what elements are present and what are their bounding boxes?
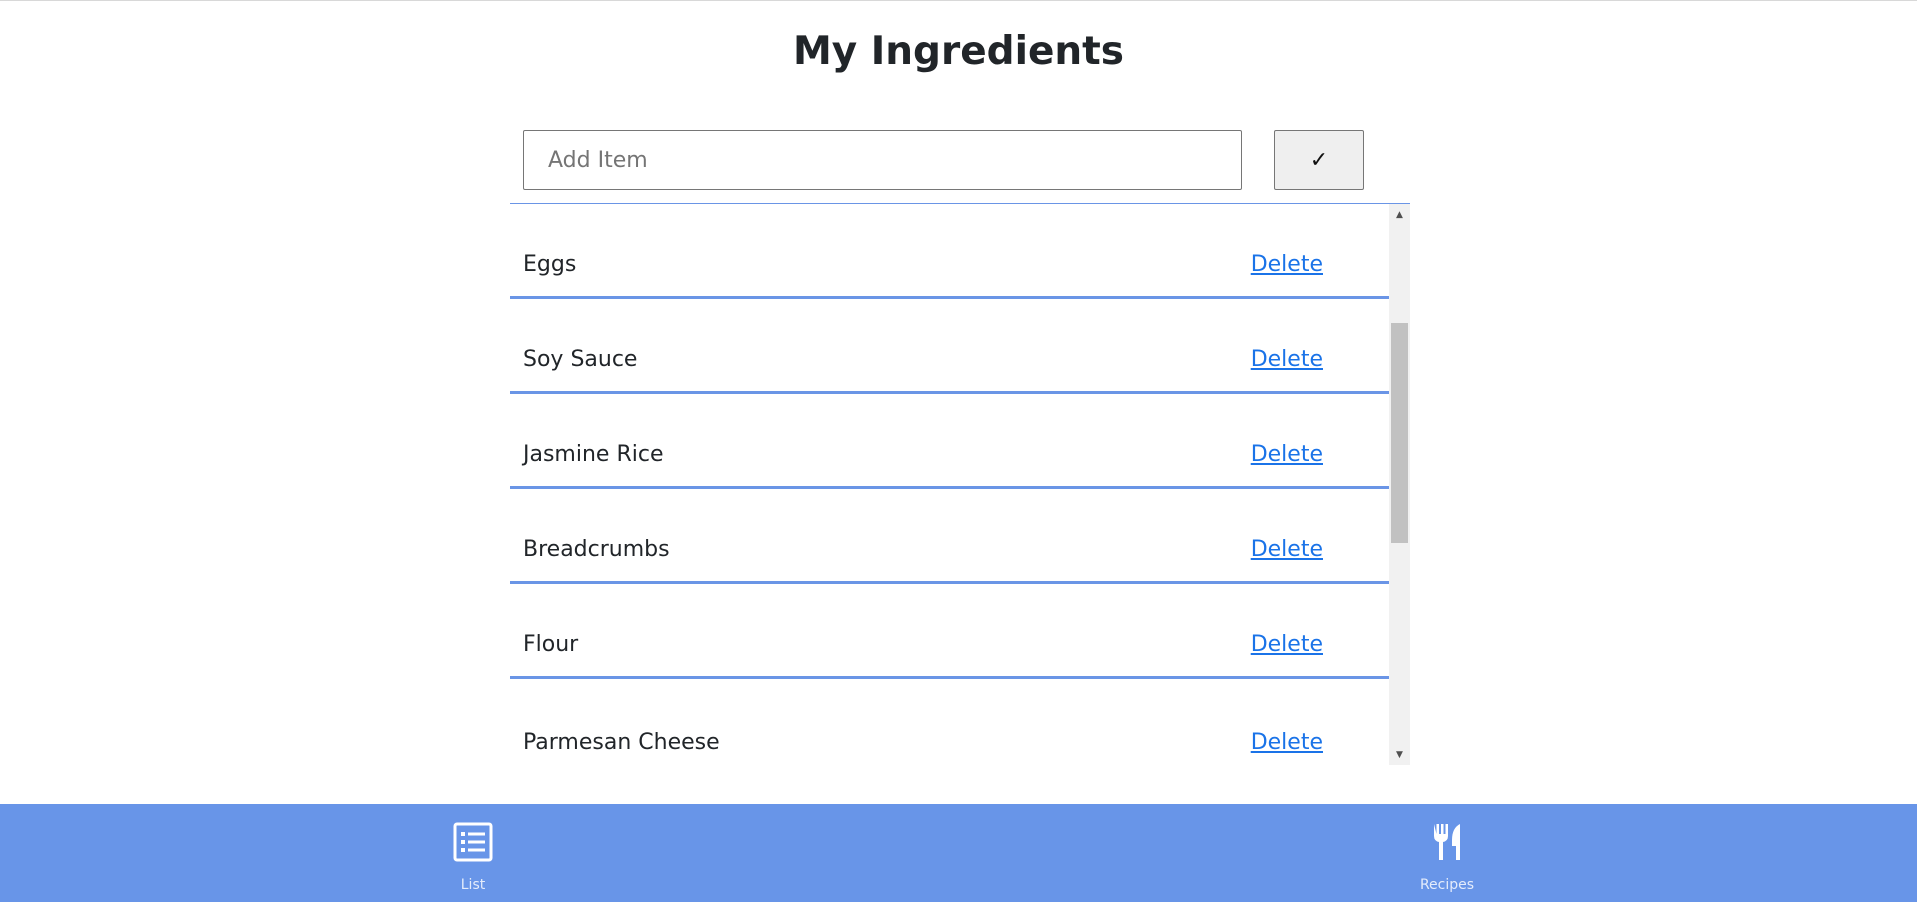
list-scrollbar[interactable]: ▲ ▼ (1389, 204, 1410, 765)
list-item: Jasmine Rice Delete (510, 394, 1389, 489)
delete-link[interactable]: Delete (1251, 346, 1323, 374)
ingredient-name: Jasmine Rice (523, 442, 664, 467)
delete-link[interactable]: Delete (1251, 729, 1323, 757)
delete-link[interactable]: Delete (1251, 441, 1323, 469)
list-item: Breadcrumbs Delete (510, 489, 1389, 584)
add-item-input[interactable] (523, 130, 1242, 190)
list-item: Parmesan Cheese Delete (510, 679, 1389, 765)
nav-label: List (460, 877, 486, 893)
list-item: Soy Sauce Delete (510, 299, 1389, 394)
ingredient-list-body[interactable]: Eggs Delete Soy Sauce Delete Jasmine Ric… (510, 204, 1389, 765)
list-item: Flour Delete (510, 584, 1389, 679)
nav-tab-recipes[interactable]: Recipes (1387, 804, 1507, 902)
add-item-form: ✓ (523, 130, 1364, 190)
bottom-nav: List Recipes (0, 804, 1917, 902)
delete-link[interactable]: Delete (1251, 536, 1323, 564)
ingredient-name: Parmesan Cheese (523, 730, 720, 755)
ingredient-name: Eggs (523, 252, 577, 277)
add-item-submit-button[interactable]: ✓ (1274, 130, 1364, 190)
scroll-thumb[interactable] (1391, 323, 1408, 543)
ingredient-name: Flour (523, 632, 579, 657)
nav-label: Recipes (1419, 877, 1475, 893)
top-border (0, 0, 1917, 1)
ingredient-name: Soy Sauce (523, 347, 638, 372)
fork-knife-icon (1434, 824, 1460, 860)
ingredient-name: Breadcrumbs (523, 537, 670, 562)
nav-tab-list[interactable]: List (413, 804, 533, 902)
page-title: My Ingredients (792, 29, 1125, 74)
delete-link[interactable]: Delete (1251, 251, 1323, 279)
list-icon (453, 822, 493, 862)
list-item: Eggs Delete (510, 204, 1389, 299)
ingredient-list: Eggs Delete Soy Sauce Delete Jasmine Ric… (510, 203, 1410, 765)
scroll-up-arrow-icon[interactable]: ▲ (1389, 206, 1410, 223)
delete-link[interactable]: Delete (1251, 631, 1323, 659)
scroll-down-arrow-icon[interactable]: ▼ (1389, 746, 1410, 763)
